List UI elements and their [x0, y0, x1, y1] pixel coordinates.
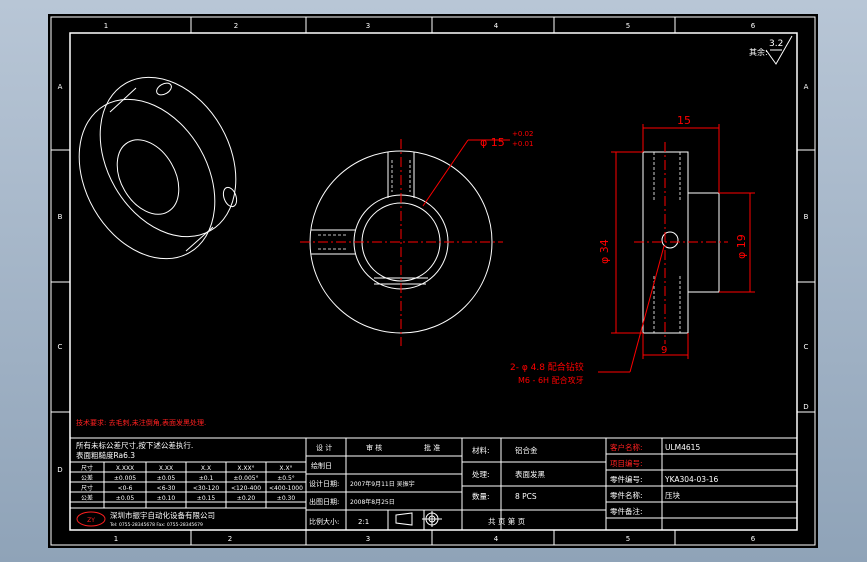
front-dimension-leader — [422, 139, 510, 207]
zone-row-c: C — [58, 343, 63, 351]
dim-outer-dia: φ 34 — [598, 239, 611, 264]
side-centerlines — [634, 142, 728, 344]
drawing-no-label: 零件编号: — [610, 474, 643, 484]
company-logo-text: ZY — [87, 517, 95, 524]
zone-col-2-bottom: 2 — [228, 535, 232, 543]
zone-col-1: 1 — [104, 22, 108, 30]
tol-r2-c2: ±0.10 — [157, 495, 176, 502]
zone-row-b: B — [58, 213, 63, 221]
front-hidden-lines — [318, 160, 411, 250]
remark-label: 零件备注: — [610, 506, 643, 516]
tolerance-table: 尺寸 X.XXX X.XX X.X X.XX° X.X° 公差 ±0.005 ±… — [81, 464, 303, 502]
tol-header-4: X.XX° — [237, 465, 254, 472]
tol-r1-c3: <30-120 — [193, 485, 219, 492]
designer-label: 设计日期: — [309, 479, 339, 488]
part-name-value: 压块 — [665, 490, 680, 500]
dim-hole-dia: φ 15 — [480, 136, 505, 149]
treatment-value: 表面发黑 — [515, 469, 545, 479]
front-centerlines — [300, 139, 503, 346]
tol-r2-c3: ±0.15 — [197, 495, 216, 502]
approve-label: 批 准 — [424, 443, 440, 452]
treatment-label: 处理: — [472, 469, 490, 479]
customer-label: 客户名称: — [610, 442, 643, 452]
general-note-2: 表面粗糙度Ra6.3 — [76, 450, 135, 460]
design-label: 设 计 — [316, 443, 332, 452]
tol-r0-c0: 公差 — [81, 474, 93, 482]
general-note-1: 所有未标公差尺寸,按下述公差执行. — [76, 440, 193, 450]
approval-block: 设 计 审 核 批 准 绘制日 设计日期: 2007年9月11日 吴振宇 出图日… — [309, 443, 440, 526]
sheet-label: 共 页 第 页 — [488, 516, 526, 526]
zone-col-3: 3 — [366, 22, 370, 30]
zone-row-d-right: D — [803, 403, 808, 411]
dim-step-dia: φ 19 — [735, 234, 748, 259]
project-label: 项目编号: — [610, 458, 643, 468]
material-value: 铝合金 — [515, 445, 538, 455]
zone-col-2: 2 — [234, 22, 238, 30]
qty-value: 8 PCS — [515, 492, 537, 501]
tech-note: 技术要求: 去毛刺,未注倒角,表面发黑处理. — [76, 418, 206, 427]
cad-drawing: 1 2 3 4 5 6 1 2 3 4 5 6 A B C D A B C D … — [50, 16, 816, 546]
tol-r1-c4: <120-400 — [231, 485, 261, 492]
tol-r0-c5: ±0.5° — [277, 475, 295, 482]
roughness-value: 3.2 — [769, 39, 783, 49]
zone-col-6-bottom: 6 — [751, 535, 756, 543]
tol-r2-c5: ±0.30 — [277, 495, 296, 502]
zone-row-a: A — [58, 83, 63, 91]
tol-r0-c1: ±0.005 — [114, 475, 136, 482]
scale-value: 2:1 — [358, 518, 369, 526]
tol-header-2: X.XX — [159, 465, 173, 472]
zone-row-d: D — [57, 466, 62, 474]
tol-r1-c0: 尺寸 — [81, 484, 93, 492]
material-label: 材料: — [472, 445, 490, 455]
zone-col-3-bottom: 3 — [366, 535, 370, 543]
zone-row-b-right: B — [804, 213, 809, 221]
callout-line-2: M6 - 6H 配合攻牙 — [518, 375, 584, 385]
tol-header-5: X.X° — [279, 465, 292, 472]
tol-header-0: 尺寸 — [81, 464, 93, 472]
tol-header-1: X.XXX — [116, 465, 134, 472]
tol-header-3: X.X — [201, 465, 211, 472]
projection-symbol-icon — [395, 511, 442, 527]
customer-value: ULM4615 — [665, 443, 700, 452]
zone-col-1-bottom: 1 — [114, 535, 118, 543]
dim-hole-tol-upper: +0.02 — [512, 130, 533, 138]
dim-hole-tol-lower: +0.01 — [512, 140, 533, 148]
date-label: 出图日期: — [309, 497, 339, 506]
zone-col-4: 4 — [494, 22, 499, 30]
part-name-label: 零件名称: — [610, 490, 643, 500]
callout-line-1: 2- φ 4.8 配合钻铰 — [510, 361, 584, 373]
tol-r0-c4: ±0.005° — [233, 475, 258, 482]
tol-r1-c5: <400-1000 — [269, 485, 303, 492]
roughness-label: 其余: — [749, 47, 768, 57]
date-value: 2008年8月25日 — [350, 498, 395, 506]
zone-col-5-bottom: 5 — [626, 535, 630, 543]
isometric-view — [78, 76, 238, 260]
tol-r1-c2: <6-30 — [157, 485, 176, 492]
drawing-no-value: YKA304-03-16 — [664, 475, 719, 484]
drawn-by-label: 绘制日 — [311, 461, 332, 470]
dim-bottom: 9 — [661, 345, 667, 356]
zone-col-6: 6 — [751, 22, 756, 30]
check-label: 审 核 — [366, 443, 382, 452]
company-name: 深圳市振宇自动化设备有限公司 — [110, 510, 215, 520]
tol-r2-c0: 公差 — [81, 494, 93, 502]
company-sub: Tel: 0755-28345678 Fax: 0755-28345679 — [109, 522, 203, 528]
cad-viewport[interactable]: 1 2 3 4 5 6 1 2 3 4 5 6 A B C D A B C D … — [48, 14, 818, 548]
tol-r1-c1: <0-6 — [118, 485, 133, 492]
dim-width: 15 — [677, 114, 691, 127]
tol-r0-c2: ±0.05 — [157, 475, 176, 482]
side-dimensions — [598, 124, 755, 373]
tol-r2-c4: ±0.20 — [237, 495, 256, 502]
tol-r0-c3: ±0.1 — [199, 475, 214, 482]
scale-label: 比例大小: — [309, 517, 339, 526]
zone-col-4-bottom: 4 — [494, 535, 499, 543]
zone-row-c-right: C — [804, 343, 809, 351]
zone-col-5: 5 — [626, 22, 630, 30]
tol-r2-c1: ±0.05 — [116, 495, 135, 502]
qty-label: 数量: — [472, 491, 490, 501]
part-info-block: 客户名称: ULM4615 项目编号: 零件编号: YKA304-03-16 零… — [610, 442, 719, 516]
zone-row-a-right: A — [804, 83, 809, 91]
designer-value: 2007年9月11日 吴振宇 — [350, 480, 415, 488]
